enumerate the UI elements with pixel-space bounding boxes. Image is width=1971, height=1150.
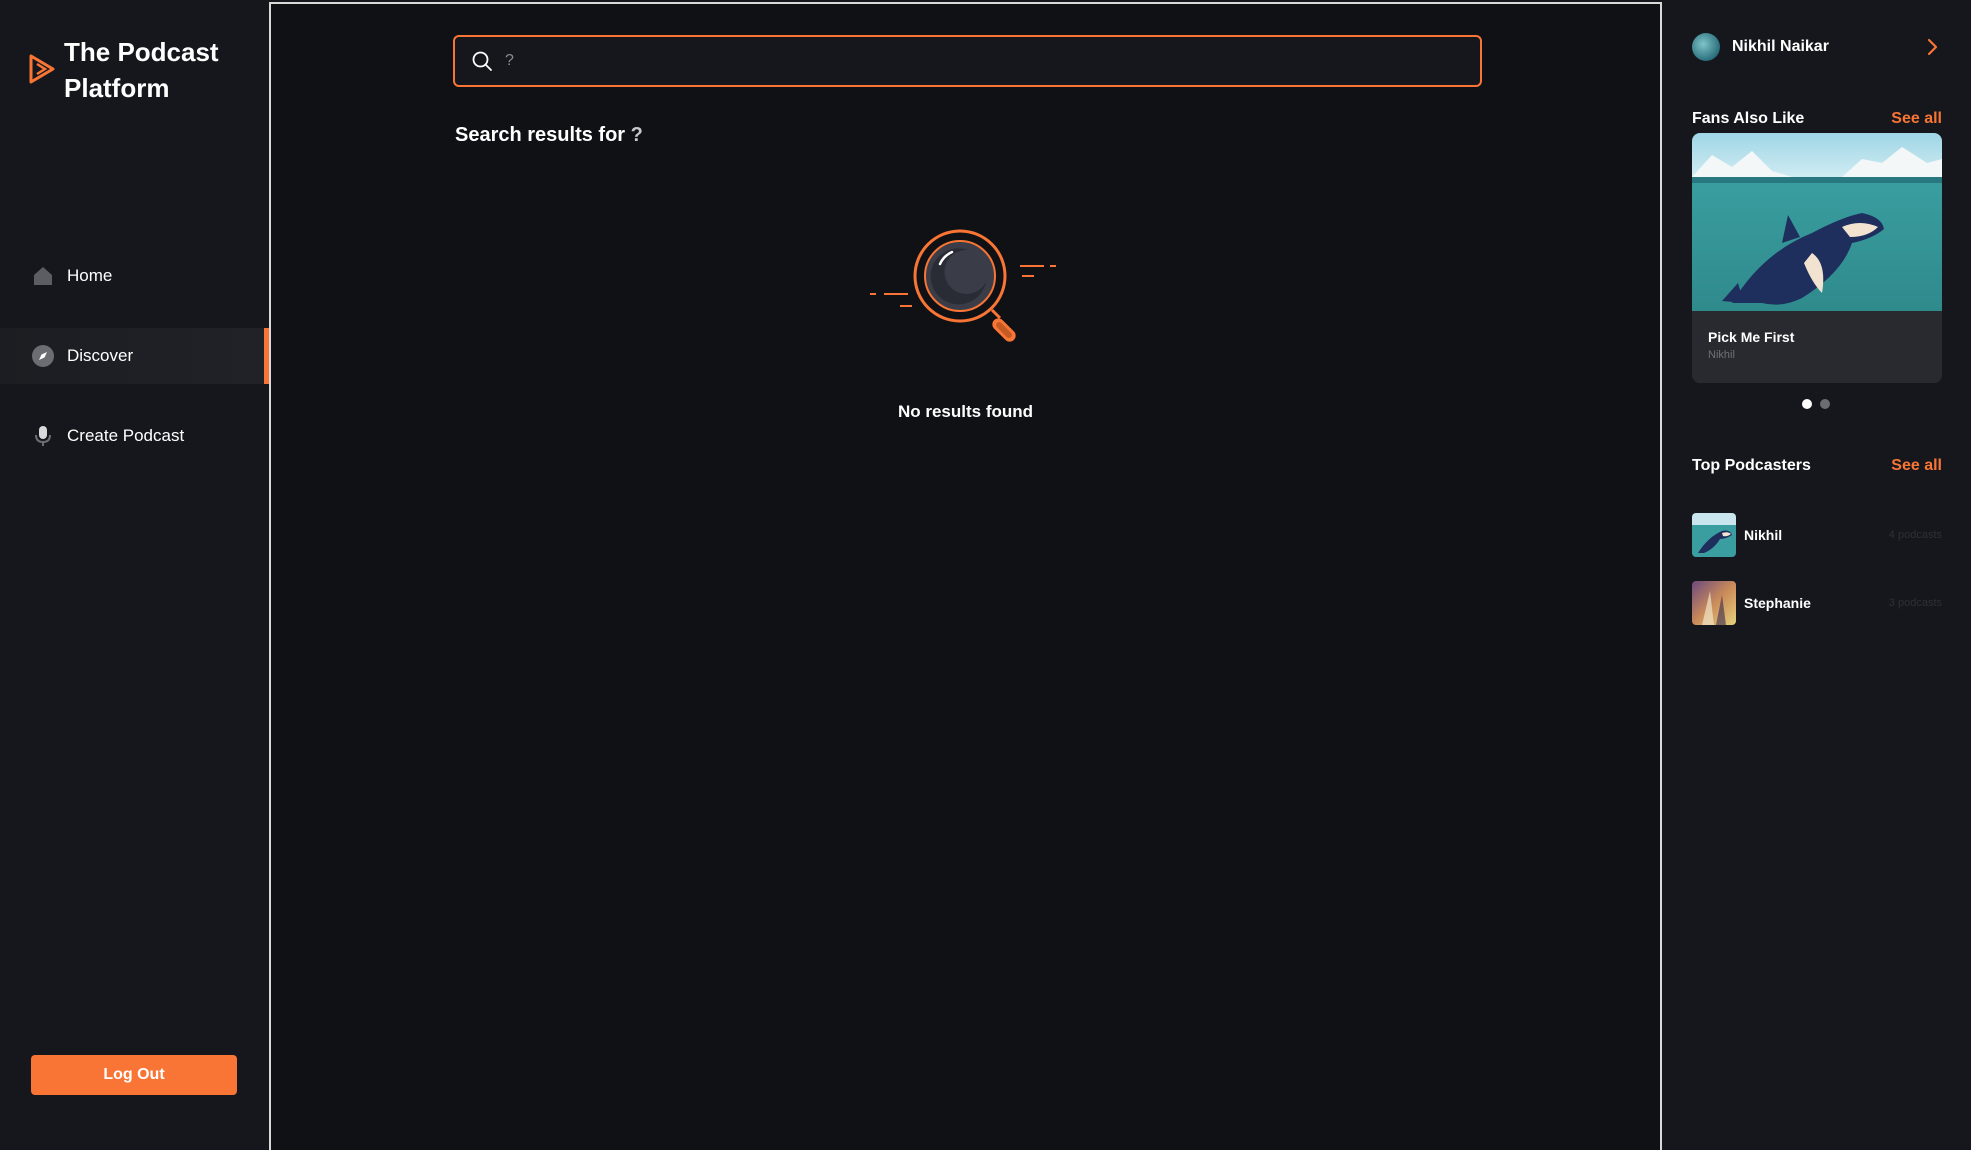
podcast-cover-image [1692, 133, 1942, 311]
profile-name: Nikhil Naikar [1732, 38, 1829, 55]
search-bar[interactable] [453, 35, 1482, 87]
sidebar-item-create-podcast[interactable]: Create Podcast [0, 408, 269, 464]
home-icon [31, 264, 55, 288]
search-icon [472, 51, 492, 71]
card-title: Pick Me First [1708, 329, 1795, 345]
results-heading-prefix: Search results for [455, 124, 626, 146]
podcaster-thumbnail [1692, 513, 1736, 557]
see-all-link[interactable]: See all [1891, 110, 1942, 128]
logo-icon [29, 54, 55, 84]
sidebar-item-discover[interactable]: Discover [0, 328, 269, 384]
profile-link[interactable]: Nikhil Naikar [1692, 32, 1942, 62]
podcaster-thumbnail [1692, 581, 1736, 625]
logout-button[interactable]: Log Out [31, 1055, 237, 1095]
carousel-dot[interactable] [1802, 399, 1812, 409]
right-sidebar: Nikhil Naikar Fans Also Like See all Pic… [1662, 0, 1971, 1150]
card-author: Nikhil [1708, 349, 1735, 361]
carousel-dots [1802, 399, 1830, 409]
podcaster-item[interactable]: Nikhil 4 podcasts [1692, 513, 1942, 557]
app-logo[interactable]: The Podcast Platform [28, 34, 254, 106]
fans-also-like-header: Fans Also Like See all [1692, 110, 1942, 128]
avatar [1692, 33, 1720, 61]
sidebar-item-label: Create Podcast [67, 426, 185, 445]
sidebar-item-home[interactable]: Home [0, 248, 269, 304]
main-content: Search results for ? No results found [269, 2, 1662, 1150]
results-query: ? [630, 124, 643, 146]
search-results-heading: Search results for ? [455, 124, 643, 147]
podcaster-name: Nikhil [1744, 527, 1783, 543]
chevron-right-icon [1927, 38, 1938, 56]
podcaster-name: Stephanie [1744, 595, 1811, 611]
no-results-text: No results found [897, 402, 1034, 421]
podcaster-item[interactable]: Stephanie 3 podcasts [1692, 581, 1942, 625]
section-title: Fans Also Like [1692, 110, 1805, 127]
app-title: The Podcast Platform [64, 37, 219, 103]
podcast-card[interactable]: Pick Me First Nikhil [1692, 133, 1942, 383]
podcaster-count: 3 podcasts [1888, 597, 1942, 609]
sidebar-item-label: Discover [67, 346, 134, 365]
left-sidebar: The Podcast Platform Home Discover Creat… [0, 0, 269, 1150]
carousel-dot[interactable] [1820, 399, 1830, 409]
sidebar-item-label: Home [67, 266, 113, 285]
compass-icon [31, 344, 55, 368]
magnifier-illustration [870, 229, 1056, 342]
sidebar-nav: Home Discover Create Podcast [0, 248, 269, 488]
search-input[interactable] [505, 52, 1465, 70]
microphone-icon [31, 424, 55, 448]
card-footer: Pick Me First Nikhil [1692, 311, 1942, 383]
podcaster-count: 4 podcasts [1888, 529, 1942, 541]
see-all-link[interactable]: See all [1891, 457, 1942, 475]
section-title: Top Podcasters [1692, 457, 1811, 474]
top-podcasters-header: Top Podcasters See all [1692, 457, 1942, 475]
